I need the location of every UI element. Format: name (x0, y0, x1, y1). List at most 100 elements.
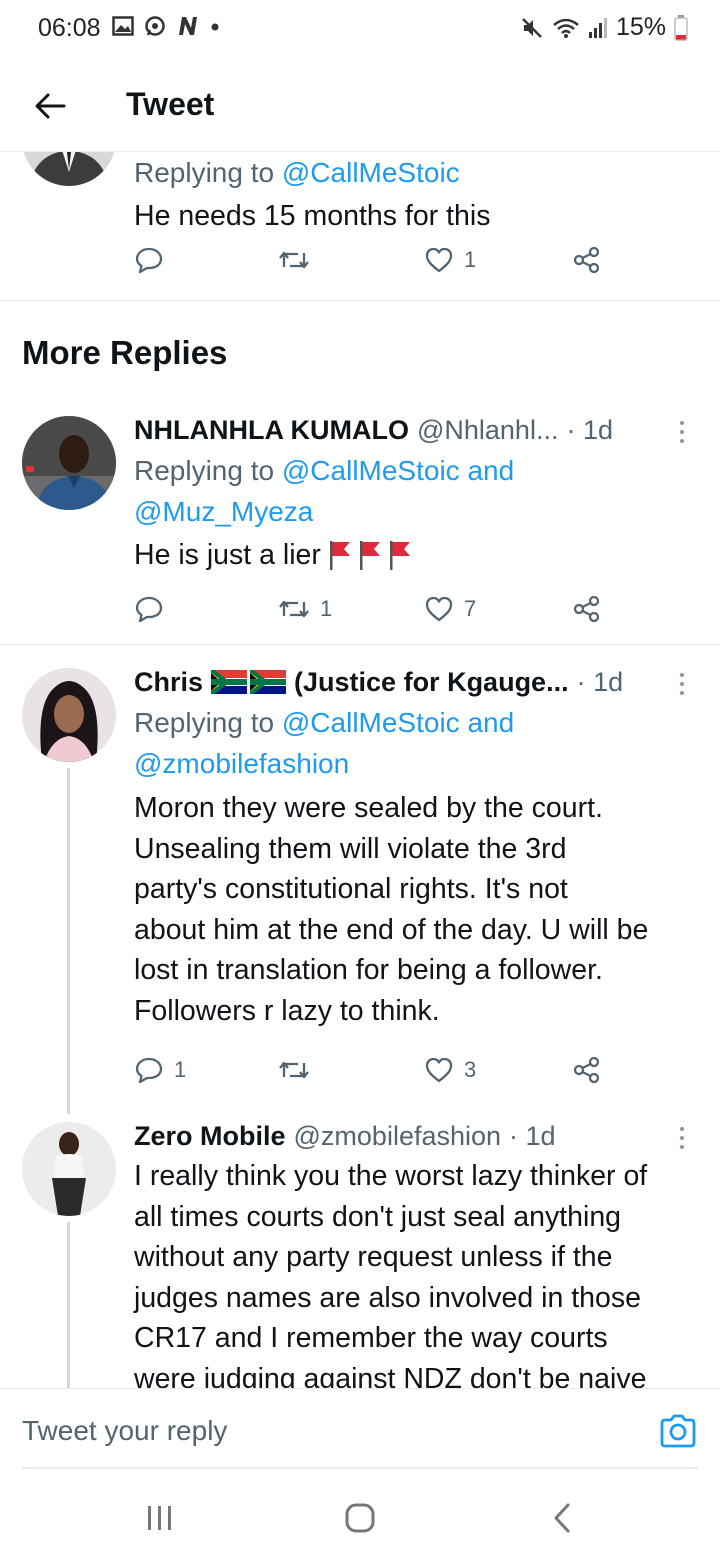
battery-percent: 15% (615, 13, 666, 41)
reply-button[interactable] (134, 240, 164, 280)
timestamp: · 1d (509, 1120, 556, 1151)
page-title: Tweet (126, 86, 215, 122)
tweet-text-line: were judging against NDZ don't be naive (134, 1362, 647, 1389)
recent-apps-icon (148, 1506, 171, 1530)
avatar-image (22, 668, 116, 762)
recent-apps-button[interactable] (140, 1500, 180, 1536)
reply-icon (135, 247, 163, 274)
avatar[interactable] (22, 152, 116, 186)
status-bar: 06:08 15% (0, 0, 720, 60)
n-icon (179, 17, 197, 35)
divider (0, 644, 720, 645)
back-button[interactable] (28, 84, 72, 128)
share-button[interactable] (572, 1050, 602, 1090)
reply-icon (135, 1057, 163, 1084)
red-flag-icon (329, 541, 350, 571)
status-time: 06:08 (38, 14, 101, 42)
notification-icons (112, 15, 220, 37)
retweet-button[interactable] (278, 240, 310, 280)
display-name[interactable]: Chris (Justice for Kgauge... (134, 667, 569, 698)
display-name[interactable]: Zero Mobile (134, 1121, 286, 1152)
system-nav-bar (0, 1470, 720, 1560)
heart-icon (425, 1057, 453, 1083)
user-handle[interactable]: @zmobilefashion (294, 1121, 502, 1152)
display-name[interactable]: NHLANHLA KUMALO (134, 415, 409, 446)
mention-link[interactable]: @CallMeStoic and (282, 455, 514, 486)
more-vertical-icon (680, 421, 684, 443)
input-underline (22, 1467, 698, 1469)
tweet-text-line: lost in translation for being a follower… (134, 954, 603, 986)
reply-button[interactable] (134, 589, 164, 629)
home-button[interactable] (340, 1500, 380, 1536)
more-options-button[interactable] (670, 418, 694, 448)
avatar-image (22, 152, 116, 186)
arrow-left-icon (35, 93, 66, 119)
share-icon (573, 1056, 600, 1084)
tweet-text: He is just a lier (134, 535, 694, 576)
tweet-item[interactable]: Chris (Justice for Kgauge... · 1d Replyi… (0, 664, 720, 1104)
retweet-icon (279, 1061, 309, 1079)
tweet-text: I really think you the worst lazy thinke… (134, 1156, 694, 1388)
mention-link[interactable]: @zmobilefashion (134, 748, 349, 779)
battery-icon (674, 14, 688, 41)
tweet-text-line: all times courts don't just seal anythin… (134, 1200, 622, 1233)
dot-icon (211, 23, 219, 31)
reply-button[interactable]: 1 (134, 1050, 186, 1090)
like-count: 7 (464, 596, 477, 621)
back-nav-button[interactable] (542, 1500, 582, 1536)
replying-to-continued: @Muz_Myeza (134, 491, 694, 532)
heart-icon (425, 596, 453, 622)
mention-link[interactable]: @CallMeStoic (282, 157, 460, 188)
thread-connector (67, 768, 70, 1104)
tweet-text-line: without any party request unless if the (134, 1241, 613, 1273)
reply-composer: Tweet your reply (0, 1388, 720, 1469)
tweet-text-line: Followers r lazy to think. (134, 994, 440, 1027)
south-africa-flag-icon (250, 670, 287, 694)
system-icons: 15% (520, 13, 688, 42)
red-flag-emojis (329, 539, 411, 571)
retweet-button[interactable] (278, 1050, 310, 1090)
user-handle[interactable]: @Nhlanhl... (417, 415, 558, 446)
like-button[interactable]: 1 (424, 240, 476, 280)
south-africa-flag-icon (211, 670, 248, 694)
like-button[interactable]: 3 (424, 1050, 476, 1090)
tweet-actions: 1 3 (134, 1050, 614, 1090)
more-vertical-icon (680, 1127, 684, 1149)
whatsapp-icon (145, 16, 165, 36)
tweet-text-line: CR17 and I remember the way courts (134, 1322, 608, 1354)
tweet-reply-input[interactable]: Tweet your reply (22, 1415, 227, 1447)
tweet-item[interactable]: Zero Mobile @zmobilefashion · 1d I reall… (0, 1104, 720, 1388)
mention-link[interactable]: @Muz_Myeza (134, 496, 313, 527)
thread-connector (67, 1222, 70, 1388)
avatar-image (22, 416, 116, 510)
camera-button[interactable] (658, 1411, 698, 1451)
tweet-thread[interactable]: Replying to @CallMeStoic He needs 15 mon… (0, 152, 720, 1388)
share-button[interactable] (572, 589, 602, 629)
more-options-button[interactable] (670, 1124, 694, 1154)
chevron-left-icon (554, 1503, 570, 1533)
tweet-item[interactable]: NHLANHLA KUMALO @Nhlanhl... · 1d Replyin… (0, 408, 720, 644)
mention-link[interactable]: @CallMeStoic and (282, 707, 514, 738)
retweet-icon (279, 251, 309, 269)
share-button[interactable] (572, 240, 602, 280)
avatar[interactable] (22, 416, 116, 510)
tweet-item[interactable]: Replying to @CallMeStoic He needs 15 mon… (0, 152, 720, 300)
heart-icon (425, 247, 453, 273)
retweet-icon (279, 600, 309, 618)
tweet-text-line: I really think you the worst lazy thinke… (134, 1160, 648, 1192)
tweet-text-line: about him at the end of the day. U will … (134, 913, 649, 946)
avatar[interactable] (22, 668, 116, 762)
tweet-text-line: Moron they were sealed by the court. (134, 792, 603, 824)
like-button[interactable]: 7 (424, 589, 476, 629)
gallery-icon (112, 16, 134, 36)
replying-to: Replying to @CallMeStoic (134, 157, 460, 188)
replying-to: Replying to @CallMeStoic and (134, 455, 515, 486)
retweet-button[interactable]: 1 (278, 589, 332, 629)
more-replies-heading: More Replies (22, 334, 228, 371)
red-flag-icon (359, 541, 380, 571)
camera-icon (660, 1414, 696, 1448)
more-options-button[interactable] (670, 670, 694, 700)
tweet-text: He needs 15 months for this (134, 200, 491, 232)
avatar[interactable] (22, 1122, 116, 1216)
red-flag-icon (389, 541, 410, 571)
